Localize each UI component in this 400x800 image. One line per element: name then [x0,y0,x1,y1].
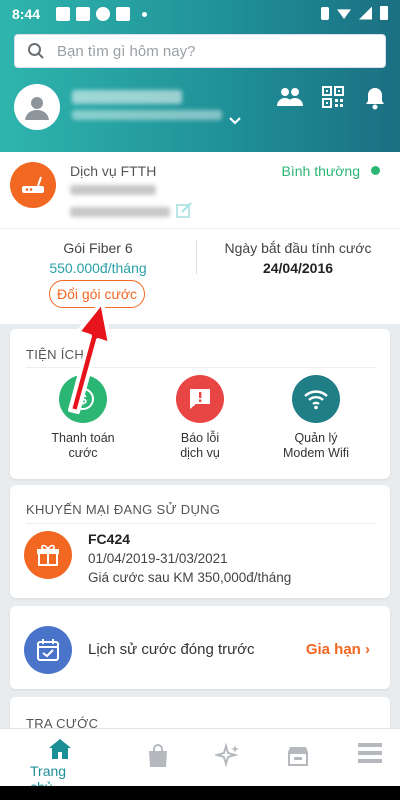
svg-text:$: $ [79,391,87,407]
more-notifications-icon [142,11,147,17]
system-navigation-bar [0,786,400,800]
promotion-dates: 01/04/2019-31/03/2021 [88,551,228,566]
alert-icon [176,375,224,423]
status-dot-icon [371,166,380,175]
gift-icon [24,531,72,579]
home-icon [49,739,71,759]
image-icon [56,7,70,21]
nav-shop[interactable] [128,743,188,769]
pay-bill-label-2: cước [68,446,98,460]
service-name: Dịch vụ FTTH [70,163,157,179]
bell-icon[interactable] [364,86,386,110]
search-icon [28,43,44,59]
nav-menu[interactable] [340,741,400,765]
news-icon [76,7,90,21]
group-icon[interactable] [276,86,304,108]
sparkle-icon [215,743,239,768]
package-name: Gói Fiber 6 [63,240,133,256]
divider [26,367,376,368]
shopping-bag-icon [149,744,167,767]
avatar[interactable] [14,84,60,130]
system-icons [321,6,388,20]
user-icon [25,97,49,120]
search-input[interactable]: Bạn tìm gì hôm nay? [14,34,386,68]
modem-wifi-label-1: Quản lý [294,431,338,445]
vibrate-icon [321,6,329,20]
facebook-icon [96,7,110,21]
promotion-card[interactable]: KHUYẾN MẠI ĐANG SỬ DỤNG FC424 01/04/2019… [10,485,390,598]
pay-bill-button[interactable]: $ Thanh toán cước [23,375,143,461]
renew-link[interactable]: Gia hạn › [306,641,370,658]
battery-icon [380,6,388,20]
signal-icon [359,6,372,20]
divider [0,228,400,229]
menu-icon [358,743,382,763]
wifi-status-icon [337,9,351,19]
utilities-title: TIỆN ÍCH [26,347,85,362]
promotion-price: Giá cước sau KM 350,000đ/tháng [88,570,292,585]
header: 8:44 Bạn tìm gì hôm nay? [0,0,400,152]
dollar-icon: $ [59,375,107,423]
search-placeholder: Bạn tìm gì hôm nay? [57,42,196,60]
renew-label: Gia hạn [305,641,361,658]
nav-store[interactable] [268,745,328,767]
momo-icon [116,7,130,21]
edit-icon[interactable] [176,202,192,218]
service-card: Dịch vụ FTTH Bình thường Gói Fiber 6 550… [0,152,400,324]
package-price: 550.000đ/tháng [49,260,147,276]
store-icon [288,747,308,766]
utilities-card: TIỆN ÍCH $ Thanh toán cước Báo lỗi dịch … [10,329,390,479]
billing-start-date: 24/04/2016 [262,260,334,276]
change-package-button[interactable]: Đổi gói cước [49,280,145,308]
divider [26,523,376,524]
calendar-icon [24,626,72,674]
modem-wifi-button[interactable]: Quản lý Modem Wifi [256,375,376,461]
account-blurred [70,185,156,195]
billing-start-label: Ngày bắt đầu tính cước [224,240,372,256]
router-icon [10,162,56,208]
bottom-nav: Trang chủ [0,728,400,795]
chevron-down-icon[interactable] [228,116,242,126]
report-issue-button[interactable]: Báo lỗi dịch vụ [140,375,260,461]
phone-blurred [70,207,170,217]
modem-wifi-label-2: Modem Wifi [283,446,349,460]
qr-code-icon[interactable] [322,86,344,108]
promotion-title: KHUYẾN MẠI ĐANG SỬ DỤNG [26,502,221,517]
prepaid-history-card[interactable]: Lịch sử cước đóng trước Gia hạn › [10,606,390,689]
report-issue-label-1: Báo lỗi [180,431,220,445]
user-name-blurred [72,90,182,104]
status-time: 8:44 [12,6,41,22]
report-issue-label-2: dịch vụ [180,446,220,460]
pay-bill-label-1: Thanh toán [51,431,115,445]
nav-services[interactable] [198,743,258,769]
promotion-code: FC424 [88,531,131,547]
notification-icons [56,7,147,21]
status-bar: 8:44 [0,0,400,28]
prepaid-history-label: Lịch sử cước đóng trước [88,641,255,658]
service-status: Bình thường [281,163,361,179]
wifi-icon [292,375,340,423]
user-account-blurred [72,110,222,120]
